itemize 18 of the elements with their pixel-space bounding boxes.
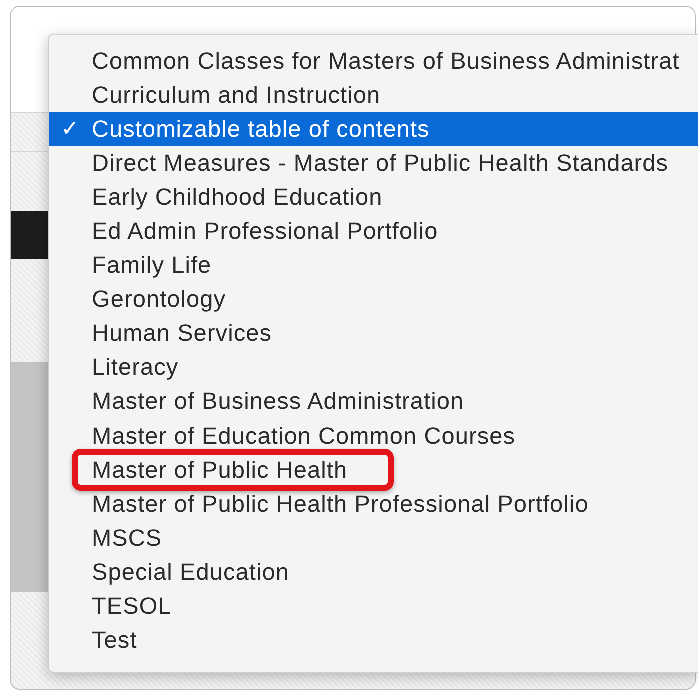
menu-item[interactable]: Curriculum and Instruction [49, 78, 698, 112]
menu-item[interactable]: TESOL [49, 590, 698, 624]
menu-item[interactable]: MSCS [49, 521, 698, 556]
menu-item[interactable]: Ed Admin Professional Portfolio [49, 214, 698, 249]
menu-item[interactable]: Special Education [49, 555, 698, 590]
menu-item[interactable]: Common Classes for Masters of Business Administrat [49, 44, 698, 78]
checkmark-icon: ✓ [61, 116, 80, 142]
menu-item[interactable]: Master of Business Administration [49, 384, 698, 420]
menu-item[interactable]: Master of Public Health Professional Portfolio [49, 487, 698, 522]
menu-item[interactable]: Direct Measures - Master of Public Health Standards [49, 146, 698, 180]
menu-item[interactable]: Literacy [49, 350, 698, 385]
menu-item[interactable]: Family Life [49, 248, 698, 283]
menu-item[interactable]: Master of Education Common Courses [49, 419, 698, 454]
menu-item[interactable]: Test [49, 624, 698, 658]
menu-item[interactable]: Human Services [49, 316, 698, 351]
menu-item[interactable]: Gerontology [49, 282, 698, 317]
menu-item[interactable]: ✓ Customizable table of contents [49, 112, 698, 146]
menu-item[interactable]: Early Childhood Education [49, 180, 698, 214]
